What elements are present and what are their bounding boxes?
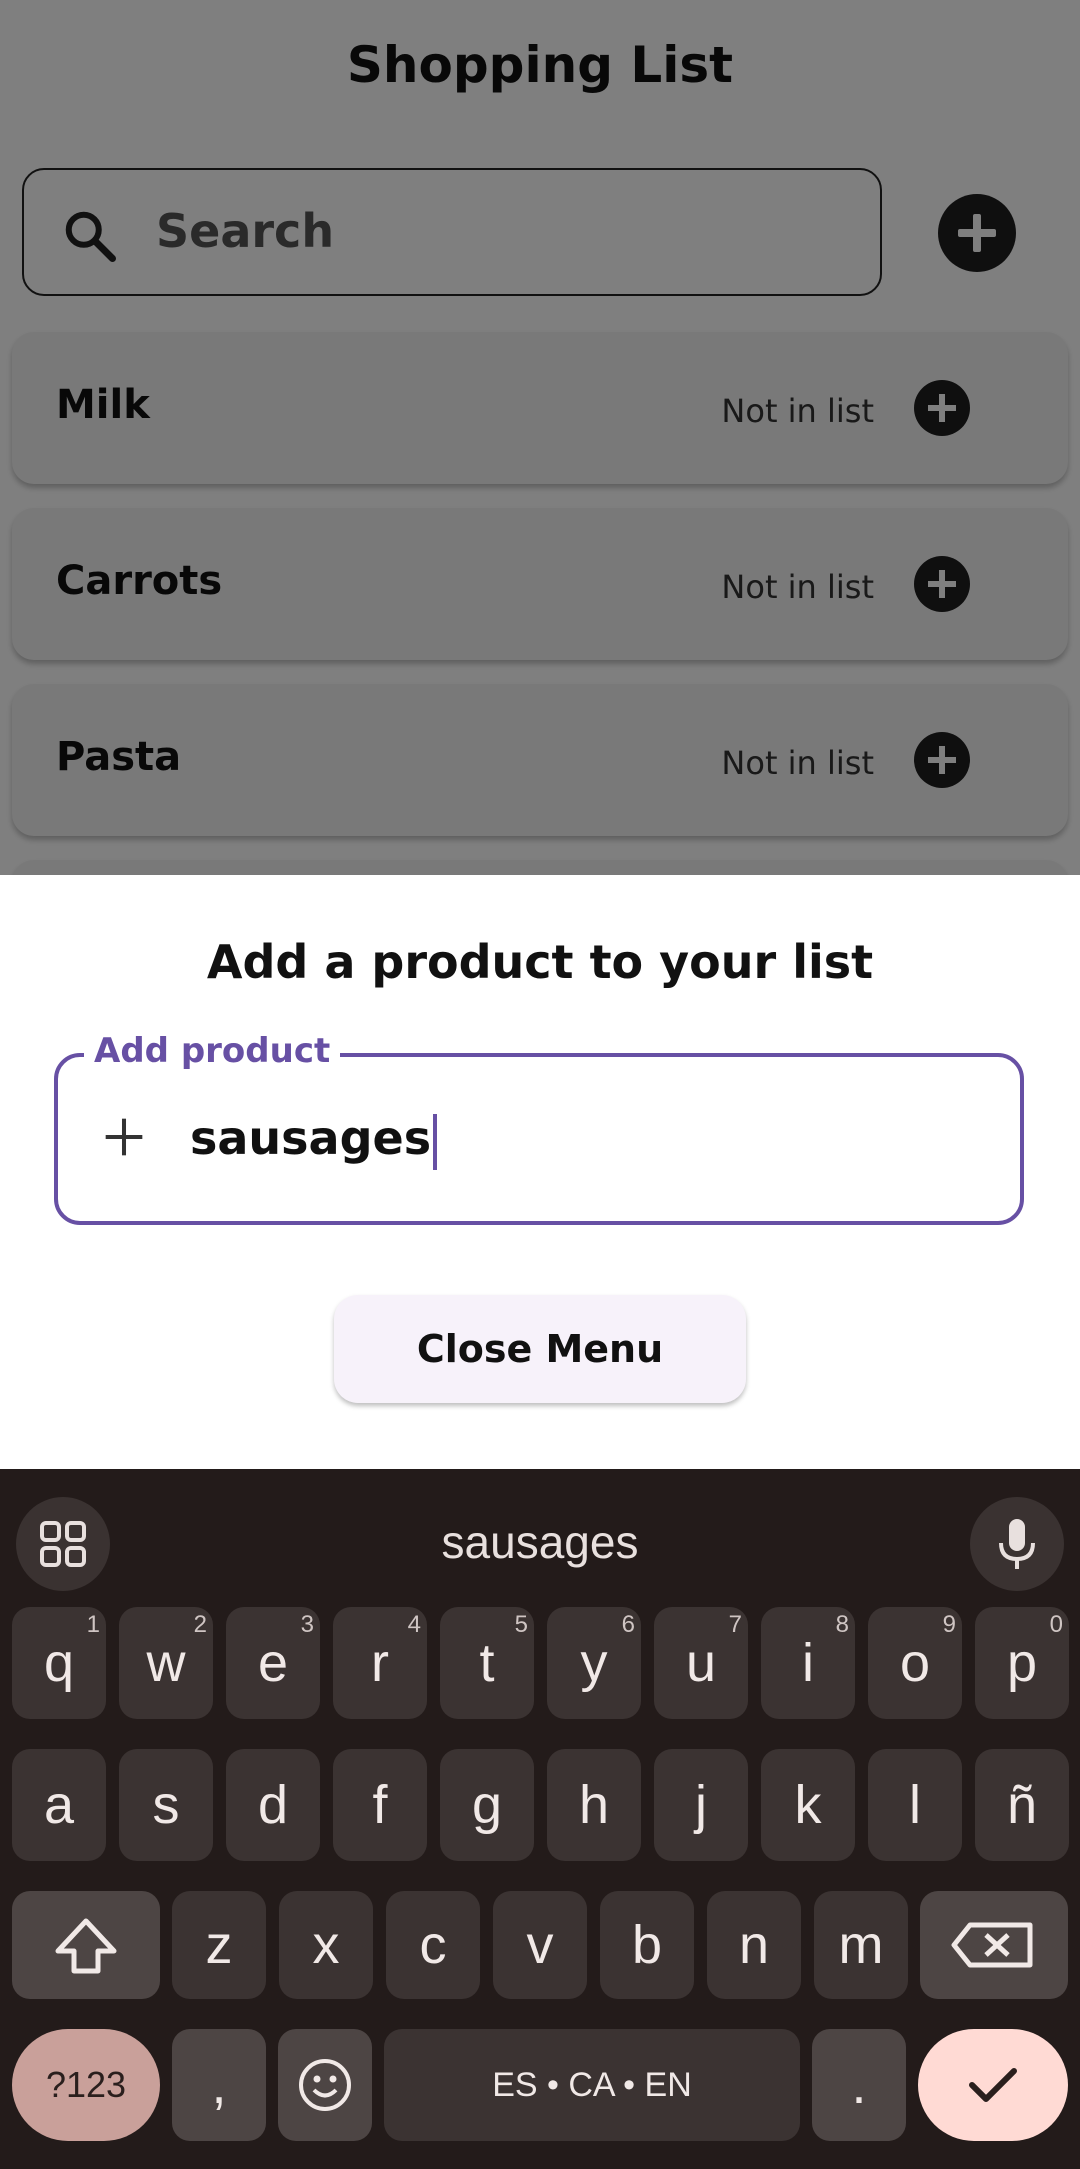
key-ñ[interactable]: ñ [975, 1749, 1069, 1861]
key-label: j [695, 1775, 707, 1835]
key-q[interactable]: q1 [12, 1607, 106, 1719]
key-number-hint: 9 [942, 1611, 956, 1638]
key-m[interactable]: m [814, 1891, 908, 1999]
main-page: Shopping List Search Milk Not in list Ca… [0, 0, 1080, 875]
emoji-icon [299, 2059, 351, 2111]
key-label: x [312, 1915, 340, 1975]
key-k[interactable]: k [761, 1749, 855, 1861]
key-number-hint: 5 [514, 1611, 528, 1638]
key-number-hint: 0 [1049, 1611, 1063, 1638]
key-number-hint: 4 [407, 1611, 421, 1638]
plus-icon [105, 1118, 143, 1156]
key-f[interactable]: f [333, 1749, 427, 1861]
key-label: a [43, 1775, 75, 1835]
text-caret [433, 1113, 438, 1170]
key-number-hint: 3 [300, 1611, 314, 1638]
key-label: p [1006, 1633, 1038, 1693]
done-key[interactable] [918, 2029, 1068, 2141]
backspace-icon [951, 1922, 1033, 1968]
key-x[interactable]: x [279, 1891, 373, 1999]
key-t[interactable]: t5 [440, 1607, 534, 1719]
key-label: z [205, 1915, 233, 1975]
key-label: h [578, 1775, 610, 1835]
sheet-title: Add a product to your list [206, 935, 874, 989]
key-y[interactable]: y6 [547, 1607, 641, 1719]
key-number-hint: 7 [728, 1611, 742, 1638]
key-label: c [419, 1915, 447, 1975]
key-label: t [479, 1633, 495, 1693]
key-d[interactable]: d [226, 1749, 320, 1861]
key-label: d [257, 1775, 289, 1835]
key-label: r [371, 1633, 389, 1693]
key-number-hint: 6 [621, 1611, 635, 1638]
key-label: y [580, 1633, 608, 1693]
key-label: f [372, 1775, 388, 1835]
key-j[interactable]: j [654, 1749, 748, 1861]
emoji-key[interactable] [278, 2029, 372, 2141]
soft-keyboard: sausages ?123 , ES • CA • EN . q 1 w 2 e… [0, 1469, 1080, 2169]
key-label: l [909, 1775, 921, 1835]
comma-key[interactable]: , [172, 2029, 266, 2141]
key-l[interactable]: l [868, 1749, 962, 1861]
shift-key[interactable] [12, 1891, 160, 1999]
field-value: sausages [190, 1111, 438, 1170]
key-i[interactable]: i8 [761, 1607, 855, 1719]
key-label: g [471, 1775, 503, 1835]
key-label: o [899, 1633, 931, 1693]
key-number-hint: 2 [193, 1611, 207, 1638]
key-label: ñ [1006, 1775, 1038, 1835]
key-label: n [738, 1915, 770, 1975]
close-menu-button[interactable]: Close Menu [334, 1295, 746, 1403]
key-o[interactable]: o9 [868, 1607, 962, 1719]
space-key[interactable]: ES • CA • EN [384, 2029, 800, 2141]
key-n[interactable]: n [707, 1891, 801, 1999]
microphone-icon [999, 1519, 1035, 1569]
key-w[interactable]: w2 [119, 1607, 213, 1719]
key-label: e [257, 1633, 289, 1693]
key-label: s [152, 1775, 180, 1835]
key-number-hint: 1 [86, 1611, 100, 1638]
period-key[interactable]: . [812, 2029, 906, 2141]
key-a[interactable]: a [12, 1749, 106, 1861]
key-z[interactable]: z [172, 1891, 266, 1999]
checkmark-icon [969, 2068, 1017, 2102]
backspace-key[interactable] [920, 1891, 1068, 1999]
key-label: q [43, 1633, 75, 1693]
key-label: k [794, 1775, 822, 1835]
add-product-sheet: Add a product to your list Add product s… [0, 875, 1080, 1469]
symbols-key[interactable]: ?123 [12, 2029, 160, 2141]
key-g[interactable]: g [440, 1749, 534, 1861]
key-e[interactable]: e3 [226, 1607, 320, 1719]
key-p[interactable]: p0 [975, 1607, 1069, 1719]
key-s[interactable]: s [119, 1749, 213, 1861]
key-label: u [685, 1633, 717, 1693]
voice-input-button[interactable] [970, 1497, 1064, 1591]
key-v[interactable]: v [493, 1891, 587, 1999]
key-u[interactable]: u7 [654, 1607, 748, 1719]
key-label: v [526, 1915, 554, 1975]
add-product-field[interactable]: Add product sausages [54, 1031, 1024, 1225]
modal-scrim[interactable] [0, 0, 1080, 875]
shift-icon [55, 1918, 117, 1974]
key-h[interactable]: h [547, 1749, 641, 1861]
key-label: i [802, 1633, 814, 1693]
key-number-hint: 8 [835, 1611, 849, 1638]
key-c[interactable]: c [386, 1891, 480, 1999]
key-label: b [631, 1915, 663, 1975]
key-b[interactable]: b [600, 1891, 694, 1999]
key-label: m [838, 1915, 884, 1975]
field-label: Add product [84, 1031, 341, 1071]
key-r[interactable]: r4 [333, 1607, 427, 1719]
keyboard-suggestion[interactable]: sausages [0, 1515, 1080, 1569]
key-label: w [146, 1633, 186, 1693]
